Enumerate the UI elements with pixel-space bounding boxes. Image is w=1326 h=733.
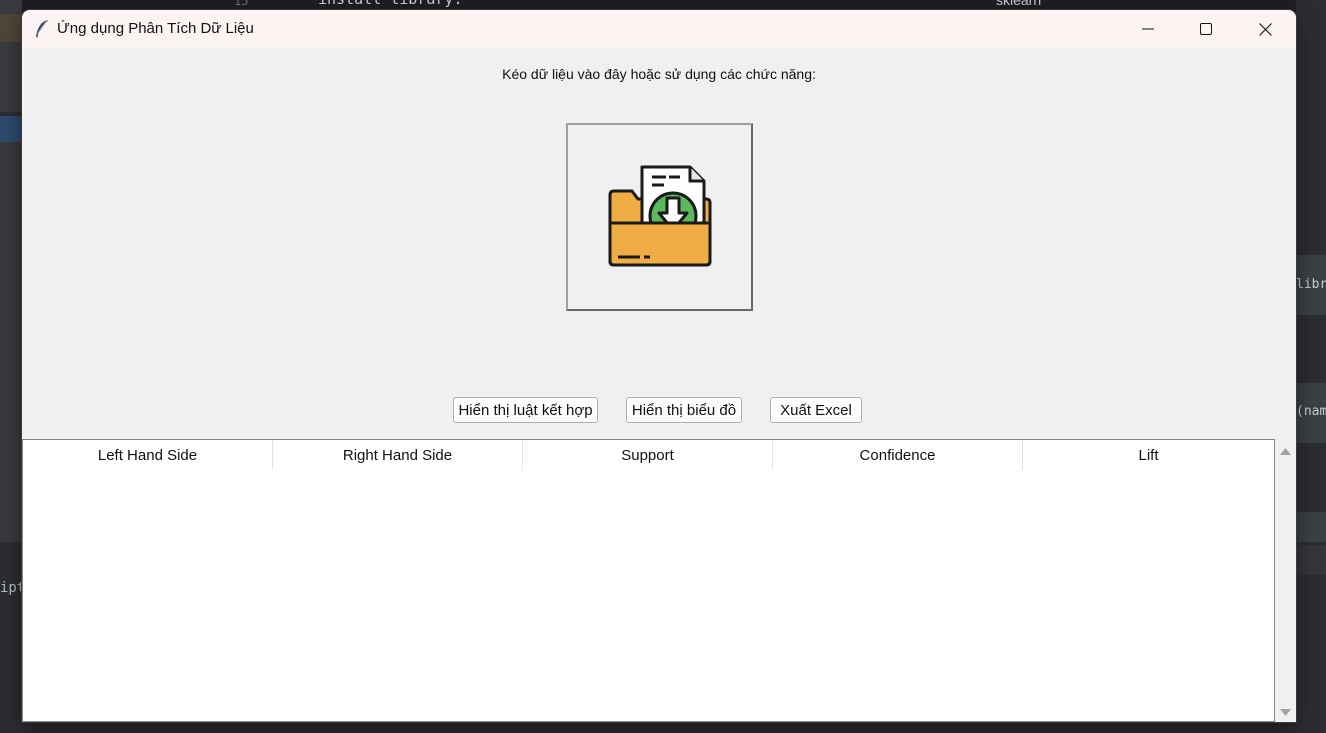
column-header-lift[interactable]: Lift <box>1023 440 1274 470</box>
show-rules-button[interactable]: Hiển thị luật kết hợp <box>453 397 598 423</box>
column-header-confidence[interactable]: Confidence <box>773 440 1023 470</box>
window-title: Ứng dụng Phân Tích Dữ Liệu <box>57 20 254 37</box>
maximize-icon <box>1200 23 1212 35</box>
column-header-support[interactable]: Support <box>523 440 773 470</box>
ide-left-highlight <box>0 14 22 42</box>
title-bar[interactable]: Ứng dụng Phân Tích Dữ Liệu <box>22 10 1296 48</box>
show-chart-button[interactable]: Hiển thị biểu đồ <box>626 397 742 423</box>
ide-line-number: 15 <box>234 0 249 8</box>
ide-right-text: (nam <box>1296 404 1326 419</box>
ide-right-block <box>1296 545 1326 575</box>
minimize-icon <box>1142 28 1154 30</box>
ide-code-line: install library: <box>318 0 463 8</box>
column-header-rhs[interactable]: Right Hand Side <box>273 440 523 470</box>
drop-instruction: Kéo dữ liệu vào đây hoặc sử dụng các chứ… <box>502 66 816 82</box>
folder-download-icon <box>608 165 711 267</box>
feather-icon <box>34 19 50 39</box>
ide-right-text: libr <box>1296 277 1326 292</box>
ide-left-band-lower <box>0 142 22 542</box>
ide-top-right-text: sklearn <box>996 0 1042 8</box>
file-drop-zone[interactable] <box>566 123 753 311</box>
maximize-button[interactable] <box>1177 10 1235 48</box>
minimize-button[interactable] <box>1119 10 1177 48</box>
table-scrollbar[interactable] <box>1275 439 1296 722</box>
close-button[interactable] <box>1236 10 1294 48</box>
ide-right-block <box>1296 512 1326 542</box>
ide-left-selection <box>0 116 22 142</box>
scroll-up-arrow-icon[interactable] <box>1275 441 1296 461</box>
scroll-down-arrow-icon[interactable] <box>1275 702 1296 722</box>
column-header-lhs[interactable]: Left Hand Side <box>23 440 273 470</box>
ide-right-panel <box>1296 0 1326 733</box>
rules-table[interactable]: Left Hand Side Right Hand Side Support C… <box>22 439 1275 722</box>
export-excel-button[interactable]: Xuất Excel <box>770 397 862 423</box>
table-header: Left Hand Side Right Hand Side Support C… <box>23 440 1274 470</box>
app-window: Ứng dụng Phân Tích Dữ Liệu Kéo dữ liệu v… <box>22 10 1296 722</box>
close-icon <box>1258 22 1272 36</box>
